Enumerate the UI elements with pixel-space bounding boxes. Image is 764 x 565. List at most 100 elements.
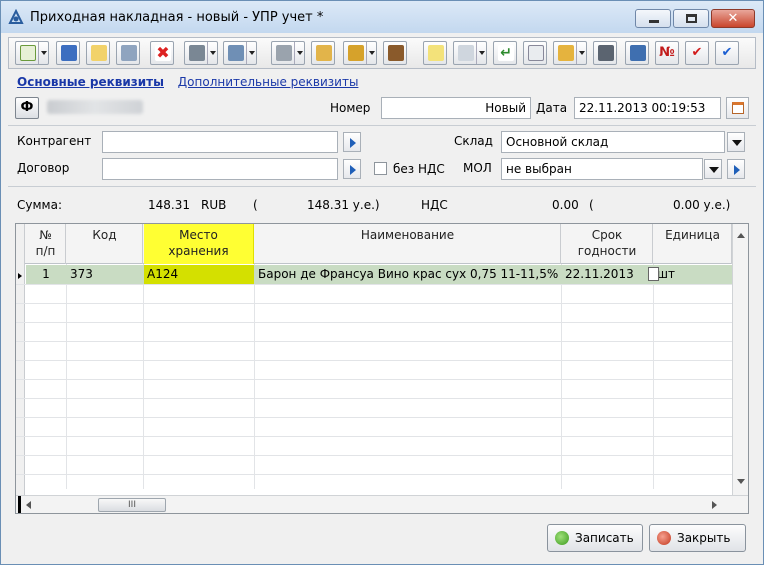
toolbar: ✖ ↵ № ✔ ✔: [8, 37, 756, 69]
column-header-location[interactable]: Место хранения: [144, 224, 254, 264]
add-icon: [428, 45, 444, 61]
mol-dropdown-button[interactable]: [704, 159, 722, 179]
chevron-down-icon: [246, 42, 256, 64]
counterparty-select-button[interactable]: [343, 132, 361, 152]
toolbar-check-blue-button[interactable]: ✔: [715, 41, 739, 65]
warehouse-label: Склад: [454, 134, 493, 148]
app-logo-icon: [8, 9, 24, 24]
vat-ue-value: 0.00 у.е.): [673, 198, 731, 212]
toolbar-number-button[interactable]: №: [655, 41, 679, 65]
scroll-down-icon[interactable]: [737, 479, 745, 484]
scroll-thumb[interactable]: III: [98, 498, 166, 512]
toolbar-calculator-button[interactable]: [593, 41, 617, 65]
grid-line: [16, 284, 732, 285]
counterparty-field[interactable]: [102, 131, 338, 153]
toolbar-folder-button[interactable]: [553, 41, 587, 65]
scroll-right-icon[interactable]: [712, 501, 717, 509]
minimize-button[interactable]: [635, 9, 671, 28]
scroll-up-icon[interactable]: [737, 233, 745, 238]
column-header-expiry[interactable]: Срок годности: [562, 224, 653, 264]
form-icon: [189, 45, 205, 61]
vat-label: НДС: [421, 198, 448, 212]
printer-icon: [276, 45, 292, 61]
calendar-icon[interactable]: [648, 267, 659, 281]
close-window-button[interactable]: ✕: [711, 9, 755, 28]
export-icon: [316, 45, 332, 61]
warehouse-field[interactable]: Основной склад: [501, 131, 725, 153]
calendar-button[interactable]: [726, 97, 749, 119]
toolbar-preview-button[interactable]: [116, 41, 140, 65]
toolbar-new-document-button[interactable]: [15, 41, 49, 65]
no-vat-checkbox[interactable]: [374, 162, 387, 175]
chevron-down-icon: [294, 42, 304, 64]
grid-line: [16, 474, 732, 475]
sum-value: 148.31: [148, 198, 190, 212]
toolbar-check-red-button[interactable]: ✔: [685, 41, 709, 65]
cell-location[interactable]: А124: [144, 265, 254, 284]
calculator-icon: [598, 45, 614, 61]
no-vat-label: без НДС: [393, 162, 445, 176]
toolbar-add-row-button[interactable]: [423, 41, 447, 65]
grid-line: [16, 436, 732, 437]
cell-expiry[interactable]: 22.11.2013: [562, 265, 653, 284]
column-header-name[interactable]: Наименование: [255, 224, 561, 264]
toolbar-list-button[interactable]: [56, 41, 80, 65]
toolbar-export-button[interactable]: [311, 41, 335, 65]
mol-field[interactable]: не выбран: [501, 158, 703, 180]
goods-table[interactable]: № п/п Код Место хранения Наименование Срок…: [15, 223, 749, 514]
organization-name-blurred: [47, 100, 143, 114]
new-document-icon: [20, 45, 36, 61]
toolbar-book-button[interactable]: [383, 41, 407, 65]
toolbar-print-button[interactable]: [271, 41, 305, 65]
tab-additional-attributes[interactable]: Дополнительные реквизиты: [178, 75, 359, 89]
column-header-label: Место: [179, 228, 218, 242]
toolbar-table-button[interactable]: [453, 41, 487, 65]
horizontal-scrollbar[interactable]: III: [16, 495, 748, 513]
cell-name[interactable]: Барон де Франсуа Вино крас сух 0,75 11-1…: [255, 265, 561, 284]
cell-number[interactable]: 1: [26, 265, 66, 284]
toolbar-enter-button[interactable]: ↵: [493, 41, 517, 65]
cell-unit[interactable]: шт: [654, 265, 732, 284]
column-header-code[interactable]: Код: [67, 224, 143, 264]
toolbar-payment-button[interactable]: [343, 41, 377, 65]
vertical-scrollbar[interactable]: [732, 224, 748, 495]
title-bar[interactable]: Приходная накладная - новый - УПР учет *…: [1, 1, 763, 33]
tab-bar: Основные реквизиты Дополнительные реквиз…: [17, 75, 358, 89]
toolbar-edit-button[interactable]: [86, 41, 110, 65]
edit-icon: [91, 45, 107, 61]
grid-line: [16, 360, 732, 361]
date-field[interactable]: 22.11.2013 00:19:53: [574, 97, 721, 119]
contract-label: Договор: [17, 161, 70, 175]
column-header-label: Срок: [591, 228, 623, 242]
sum-label: Сумма:: [17, 198, 62, 212]
mol-select-button[interactable]: [727, 159, 745, 179]
warehouse-dropdown-button[interactable]: [727, 132, 745, 152]
grid-line: [16, 398, 732, 399]
toolbar-monitor-button[interactable]: [625, 41, 649, 65]
column-header-label: годности: [577, 244, 637, 258]
maximize-button[interactable]: [673, 9, 709, 28]
save-button[interactable]: Записать: [547, 524, 643, 552]
table-row[interactable]: 1 373 А124 Барон де Франсуа Вино крас су…: [26, 265, 732, 284]
table-header: № п/п Код Место хранения Наименование Срок…: [16, 224, 732, 264]
number-field[interactable]: Новый: [381, 97, 531, 119]
column-header-label: п/п: [35, 244, 56, 258]
chevron-down-icon: [366, 42, 376, 64]
contract-select-button[interactable]: [343, 159, 361, 179]
grid-line: [16, 303, 732, 304]
column-header-number[interactable]: № п/п: [26, 224, 66, 264]
organization-button[interactable]: Ф: [15, 97, 39, 119]
contract-field[interactable]: [102, 158, 338, 180]
toolbar-form-button[interactable]: [184, 41, 218, 65]
scroll-left-icon[interactable]: [26, 501, 31, 509]
column-header-unit[interactable]: Единица: [654, 224, 732, 264]
grid-line: [16, 417, 732, 418]
close-button[interactable]: Закрыть: [649, 524, 746, 552]
toolbar-doc-search-button[interactable]: [523, 41, 547, 65]
tab-main-attributes[interactable]: Основные реквизиты: [17, 75, 164, 89]
toolbar-report-button[interactable]: [223, 41, 257, 65]
toolbar-delete-button[interactable]: ✖: [150, 41, 174, 65]
check-red-icon: ✔: [691, 45, 703, 60]
cell-code[interactable]: 373: [67, 265, 143, 284]
check-blue-icon: ✔: [721, 45, 733, 60]
